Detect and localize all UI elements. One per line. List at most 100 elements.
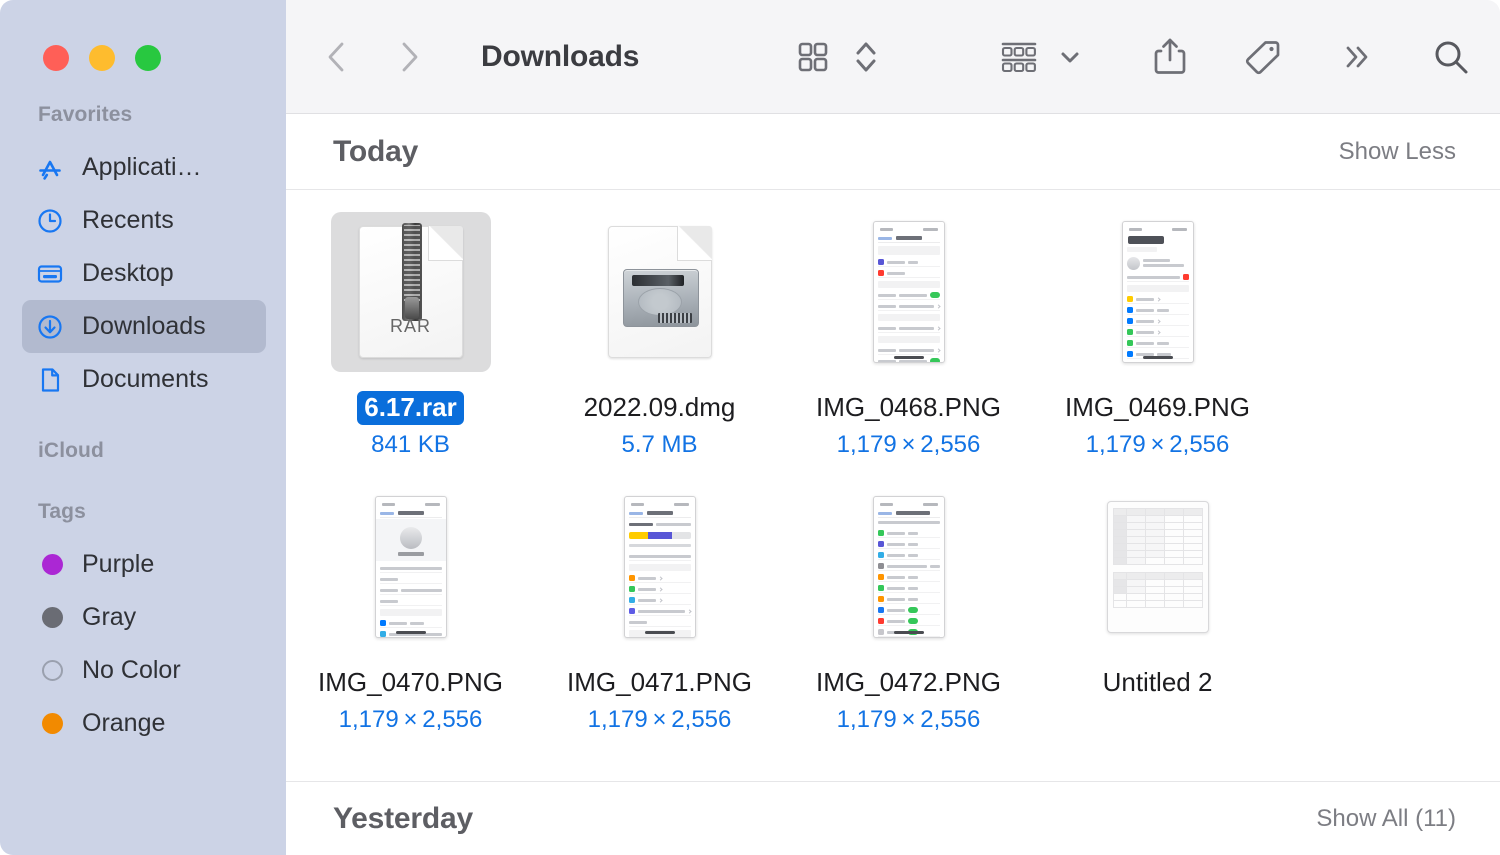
numbers-spreadsheet-icon [1107, 501, 1209, 633]
tag-dot-gray-icon [35, 603, 65, 633]
app-store-icon [35, 153, 65, 183]
file-item[interactable]: IMG_0472.PNG 1,179 × 2,556 [784, 479, 1033, 754]
rar-archive-icon: RAR [359, 226, 463, 358]
file-thumbnail[interactable] [331, 487, 491, 647]
screenshot-thumbnail-settings [1122, 221, 1194, 363]
main-panel: Downloads [286, 0, 1500, 855]
sidebar-item-label: Purple [82, 550, 154, 579]
file-item[interactable]: Untitled 2 [1033, 479, 1282, 754]
zoom-button[interactable] [135, 45, 161, 71]
grid-icon[interactable] [794, 38, 832, 76]
file-item[interactable]: IMG_0471.PNG 1,179 × 2,556 [535, 479, 784, 754]
show-all-link[interactable]: Show All (11) [1316, 805, 1456, 833]
finder-window: Favorites Applicati… [0, 0, 1500, 855]
chevron-up-down-icon[interactable] [854, 37, 878, 77]
desktop-icon [35, 259, 65, 289]
file-browser[interactable]: Today Show Less RAR [286, 114, 1500, 855]
clock-icon [35, 206, 65, 236]
file-item[interactable]: IMG_0469.PNG 1,179 × 2,556 [1033, 204, 1282, 479]
file-meta: 5.7 MB [621, 431, 697, 459]
group-rows-icon[interactable] [998, 37, 1040, 77]
sidebar: Favorites Applicati… [0, 0, 286, 855]
download-icon [35, 312, 65, 342]
file-thumbnail[interactable] [829, 487, 989, 647]
sidebar-section-title: Favorites [0, 103, 286, 127]
sidebar-item-label: Recents [82, 206, 174, 235]
file-name[interactable]: IMG_0468.PNG [809, 391, 1008, 425]
tag-dot-orange-icon [35, 709, 65, 739]
file-thumbnail[interactable] [580, 212, 740, 372]
document-icon [35, 365, 65, 395]
tag-icon[interactable] [1242, 36, 1284, 78]
sidebar-item-label: Desktop [82, 259, 174, 288]
screenshot-thumbnail-toggles [873, 496, 945, 638]
icon-grid: RAR 6.17.rar 841 KB [286, 190, 1500, 754]
navigation-buttons [320, 40, 426, 74]
sidebar-item-tag-gray[interactable]: Gray [22, 591, 266, 644]
file-meta: 841 KB [371, 431, 450, 459]
screenshot-thumbnail-messages [873, 221, 945, 363]
file-meta: 1,179 × 2,556 [1086, 431, 1230, 459]
page-title: Downloads [481, 40, 639, 74]
file-thumbnail[interactable] [1078, 212, 1238, 372]
disk-image-icon [608, 226, 712, 358]
sidebar-item-label: Downloads [82, 312, 206, 341]
sidebar-section-tags: Tags Purple Gray No Color [0, 500, 286, 750]
file-thumbnail[interactable]: RAR [331, 212, 491, 372]
file-meta: 1,179 × 2,556 [339, 706, 483, 734]
tag-dot-purple-icon [35, 550, 65, 580]
file-name[interactable]: 2022.09.dmg [577, 391, 743, 425]
sidebar-item-applications[interactable]: Applicati… [22, 141, 266, 194]
toolbar: Downloads [286, 0, 1500, 114]
chevron-double-right-icon[interactable] [1338, 40, 1376, 74]
group-header-today: Today Show Less [286, 114, 1500, 190]
sidebar-section-favorites: Favorites Applicati… [0, 103, 286, 406]
file-meta: 1,179 × 2,556 [588, 706, 732, 734]
file-name[interactable]: IMG_0470.PNG [311, 666, 510, 700]
sidebar-section-icloud: iCloud [0, 439, 286, 463]
share-icon[interactable] [1152, 36, 1188, 78]
sidebar-section-title: Tags [0, 500, 286, 524]
file-item[interactable]: IMG_0468.PNG 1,179 × 2,556 [784, 204, 1033, 479]
sidebar-item-label: No Color [82, 656, 181, 685]
sidebar-item-desktop[interactable]: Desktop [22, 247, 266, 300]
group-title: Today [333, 135, 418, 169]
screenshot-thumbnail-icloud [624, 496, 696, 638]
view-controls [794, 37, 878, 77]
file-name[interactable]: IMG_0469.PNG [1058, 391, 1257, 425]
file-item[interactable]: RAR 6.17.rar 841 KB [286, 204, 535, 479]
chevron-down-icon[interactable] [1058, 45, 1082, 69]
sidebar-item-label: Gray [82, 603, 136, 632]
minimize-button[interactable] [89, 45, 115, 71]
thumbnail-table [1113, 508, 1203, 565]
file-item[interactable]: 2022.09.dmg 5.7 MB [535, 204, 784, 479]
tag-dot-hollow-icon [35, 656, 65, 686]
group-header-yesterday: Yesterday Show All (11) [286, 781, 1500, 855]
show-less-link[interactable]: Show Less [1339, 138, 1456, 166]
sidebar-item-documents[interactable]: Documents [22, 353, 266, 406]
file-item[interactable]: IMG_0470.PNG 1,179 × 2,556 [286, 479, 535, 754]
file-name[interactable]: Untitled 2 [1096, 666, 1220, 700]
file-name[interactable]: IMG_0472.PNG [809, 666, 1008, 700]
file-thumbnail[interactable] [829, 212, 989, 372]
sidebar-item-tag-purple[interactable]: Purple [22, 538, 266, 591]
screenshot-thumbnail-account [375, 496, 447, 638]
sidebar-item-downloads[interactable]: Downloads [22, 300, 266, 353]
file-name[interactable]: IMG_0471.PNG [560, 666, 759, 700]
search-icon[interactable] [1430, 36, 1472, 78]
file-meta: 1,179 × 2,556 [837, 706, 981, 734]
file-name[interactable]: 6.17.rar [357, 391, 464, 425]
sidebar-item-recents[interactable]: Recents [22, 194, 266, 247]
sidebar-item-tag-no-color[interactable]: No Color [22, 644, 266, 697]
group-by-controls [998, 37, 1082, 77]
traffic-lights [0, 0, 286, 71]
file-thumbnail[interactable] [580, 487, 740, 647]
back-button[interactable] [320, 40, 354, 74]
sidebar-item-label: Orange [82, 709, 165, 738]
file-thumbnail[interactable] [1078, 487, 1238, 647]
forward-button[interactable] [392, 40, 426, 74]
file-meta: 1,179 × 2,556 [837, 431, 981, 459]
sidebar-item-label: Applicati… [82, 153, 202, 182]
close-button[interactable] [43, 45, 69, 71]
sidebar-item-tag-orange[interactable]: Orange [22, 697, 266, 750]
